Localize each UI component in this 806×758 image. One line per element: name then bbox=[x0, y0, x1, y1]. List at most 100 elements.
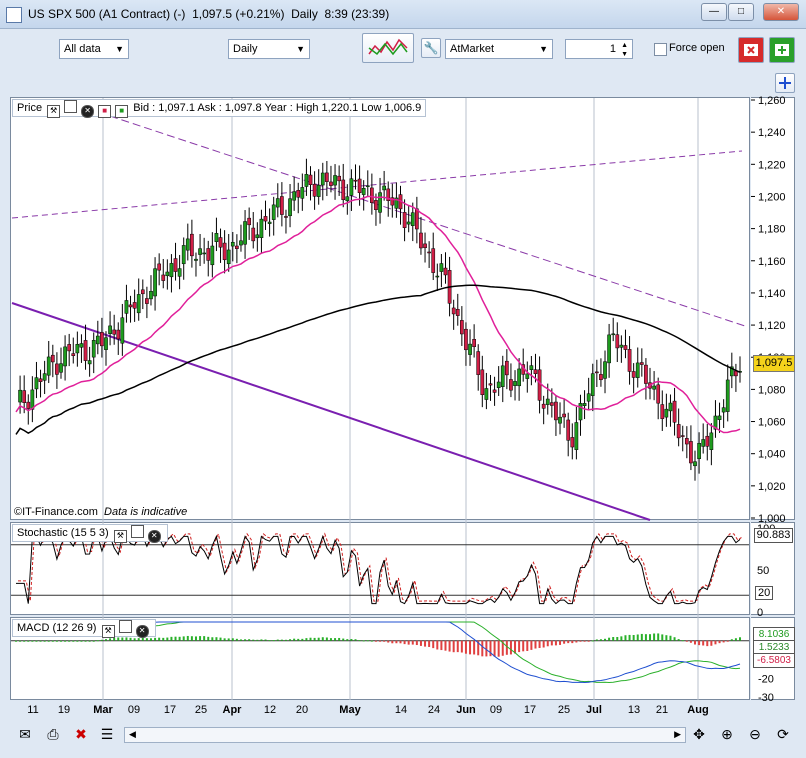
macd-histogram-bar bbox=[444, 640, 447, 651]
candle-body bbox=[611, 333, 616, 336]
candle-body bbox=[239, 240, 243, 246]
macd-histogram-bar bbox=[158, 637, 161, 641]
macd-histogram-bar bbox=[252, 639, 255, 641]
macd-histogram-bar bbox=[149, 638, 152, 641]
candle-body bbox=[578, 403, 583, 421]
window-icon[interactable] bbox=[118, 620, 132, 633]
macd-histogram-bar bbox=[370, 640, 373, 642]
macd-histogram-bar bbox=[256, 639, 259, 641]
macd-histogram-bar bbox=[207, 636, 210, 641]
source-label: ©IT-Finance.com bbox=[14, 506, 98, 518]
macd-histogram-bar bbox=[182, 636, 185, 641]
x-label: Jun bbox=[456, 704, 476, 716]
window-icon[interactable] bbox=[130, 525, 144, 538]
candle-body bbox=[627, 349, 632, 372]
macd-histogram-bar bbox=[673, 637, 676, 641]
macd-histogram-bar bbox=[722, 640, 725, 643]
horizontal-scrollbar[interactable]: ◀ ▶ bbox=[124, 727, 686, 743]
delete-icon[interactable]: ✖ bbox=[72, 725, 90, 743]
zoom-in-icon[interactable]: ⊕ bbox=[718, 725, 736, 743]
macd-histogram-bar bbox=[239, 639, 242, 641]
macd-histogram-bar bbox=[104, 639, 107, 641]
x-label: 19 bbox=[58, 704, 70, 716]
candle-body bbox=[349, 178, 354, 196]
mail-icon[interactable]: ✉ bbox=[16, 725, 34, 743]
macd-histogram-bar bbox=[550, 640, 553, 646]
pan-icon[interactable]: ✥ bbox=[690, 725, 708, 743]
refresh-icon[interactable]: ⟳ bbox=[774, 725, 792, 743]
candle-body bbox=[701, 439, 706, 447]
candle-body bbox=[725, 379, 730, 412]
candle-body bbox=[435, 275, 440, 278]
macd-histogram-bar bbox=[31, 640, 34, 642]
macd-histogram-bar bbox=[391, 640, 394, 644]
candle-body bbox=[504, 360, 509, 376]
candle-body bbox=[680, 435, 685, 437]
macd-histogram-bar bbox=[59, 640, 62, 642]
candle-body bbox=[468, 343, 472, 355]
zoom-out-icon[interactable]: ⊖ bbox=[746, 725, 764, 743]
buy-small-icon[interactable]: ■ bbox=[115, 105, 129, 118]
macd-histogram-bar bbox=[464, 640, 467, 654]
scroll-right-icon[interactable]: ▶ bbox=[674, 729, 681, 740]
price-label: Price bbox=[17, 102, 43, 114]
candle-body bbox=[149, 290, 153, 300]
candle-body bbox=[697, 443, 701, 459]
x-label: 13 bbox=[628, 704, 640, 716]
macd-histogram-bar bbox=[411, 640, 414, 645]
macd-histogram-bar bbox=[15, 640, 17, 642]
candle-body bbox=[615, 334, 620, 349]
macd-histogram-bar bbox=[211, 637, 214, 641]
wrench-icon[interactable]: ⚒ bbox=[47, 105, 61, 118]
candle-body bbox=[140, 289, 145, 295]
candle-body bbox=[120, 317, 125, 344]
candle-body bbox=[100, 332, 104, 347]
candle-body bbox=[668, 402, 673, 412]
list-icon[interactable]: ☰ bbox=[98, 725, 116, 743]
window-icon[interactable] bbox=[64, 100, 78, 113]
candle-body bbox=[582, 403, 587, 406]
scroll-left-icon[interactable]: ◀ bbox=[129, 729, 136, 740]
candle-body bbox=[173, 258, 178, 272]
macd-histogram-bar bbox=[616, 636, 619, 641]
stochastic-d-line bbox=[18, 532, 743, 602]
macd-histogram-bar bbox=[493, 640, 496, 657]
macd-histogram-bar bbox=[231, 638, 234, 641]
macd-histogram-bar bbox=[706, 640, 709, 647]
x-label: Jul bbox=[586, 704, 602, 716]
x-label: 17 bbox=[524, 704, 536, 716]
macd-histogram-bar bbox=[653, 633, 656, 641]
macd-histogram-bar bbox=[669, 635, 672, 641]
macd-histogram-bar bbox=[162, 637, 165, 641]
macd-histogram-bar bbox=[620, 636, 623, 641]
macd-histogram-bar bbox=[387, 640, 390, 643]
candle-body bbox=[337, 175, 341, 182]
macd-histogram-bar bbox=[329, 638, 332, 641]
macd-histogram-bar bbox=[92, 640, 95, 642]
sell-small-icon[interactable]: ■ bbox=[98, 105, 112, 118]
macd-histogram-bar bbox=[55, 640, 58, 642]
candle-body bbox=[153, 268, 157, 297]
macd-histogram-bar bbox=[473, 640, 476, 655]
candle-body bbox=[357, 178, 362, 194]
source-note: ©IT-Finance.com Data is indicative bbox=[14, 506, 187, 518]
candle-body bbox=[415, 208, 419, 230]
candle-body bbox=[455, 308, 460, 316]
wrench-icon[interactable]: ⚒ bbox=[113, 530, 127, 543]
close-icon[interactable]: ✕ bbox=[135, 625, 149, 638]
x-label: May bbox=[339, 704, 361, 716]
macd-histogram-bar bbox=[96, 640, 99, 642]
macd-histogram-bar bbox=[72, 640, 75, 642]
candle-body bbox=[226, 249, 231, 265]
close-icon[interactable]: ✕ bbox=[147, 530, 161, 543]
candle-body bbox=[517, 368, 521, 387]
print-icon[interactable]: ⎙ bbox=[44, 725, 62, 743]
candle-body bbox=[545, 398, 550, 405]
candle-body bbox=[406, 221, 411, 225]
macd-histogram-bar bbox=[559, 640, 562, 645]
macd-histogram-bar bbox=[39, 640, 42, 642]
wrench-icon[interactable]: ⚒ bbox=[101, 625, 115, 638]
close-icon[interactable]: ✕ bbox=[81, 105, 95, 118]
candle-body bbox=[83, 340, 88, 361]
macd-histogram-bar bbox=[366, 640, 369, 642]
